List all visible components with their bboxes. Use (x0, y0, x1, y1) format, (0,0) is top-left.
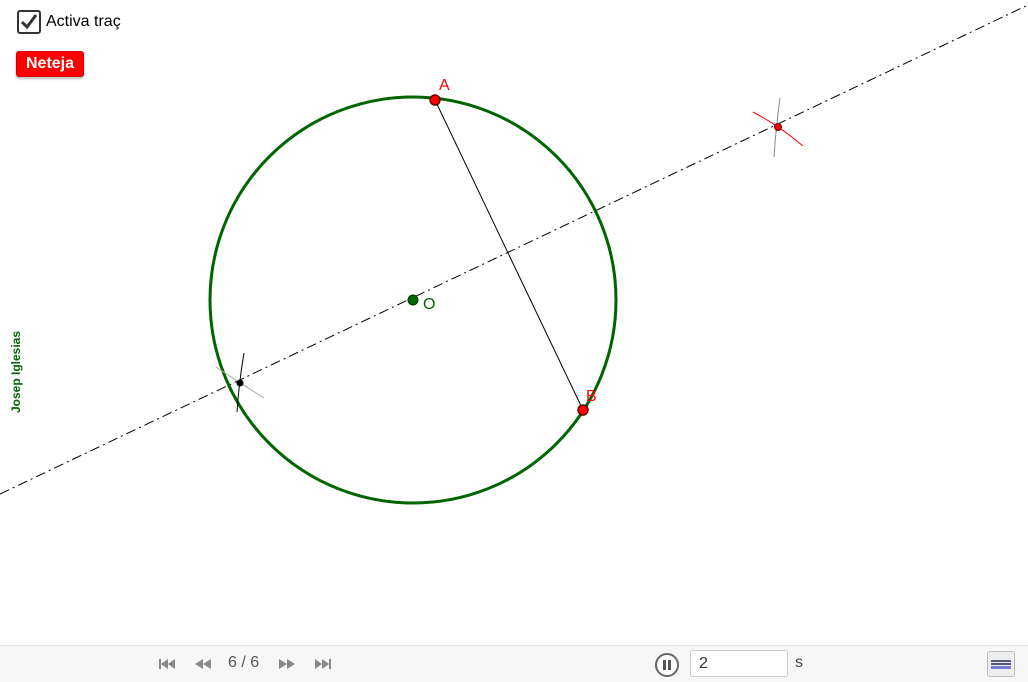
algebra-view-button[interactable] (987, 651, 1015, 677)
construction-arcs-right (752, 97, 804, 158)
construction-arcs-left (215, 352, 265, 413)
step-counter: 6 / 6 (228, 654, 260, 671)
pause-icon (663, 660, 671, 670)
last-step-button[interactable] (312, 656, 334, 672)
center-label: O (423, 296, 435, 313)
skip-to-end-icon (315, 659, 331, 669)
speed-unit: s (795, 654, 803, 671)
navigation-bar: 6 / 6 s (0, 645, 1028, 682)
point-b-label: B (586, 388, 597, 405)
checkmark-icon (20, 14, 38, 30)
center-point[interactable] (407, 294, 419, 306)
skip-to-start-icon (159, 659, 175, 669)
next-step-button[interactable] (276, 656, 298, 672)
point-a[interactable] (429, 94, 441, 106)
chord-ab[interactable] (434, 99, 584, 411)
pause-button[interactable] (655, 653, 679, 677)
clear-button[interactable]: Neteja (16, 51, 84, 77)
checkbox-box[interactable] (17, 10, 41, 34)
author-credit: Josep Iglesias (9, 330, 23, 414)
point-b[interactable] (577, 404, 589, 416)
algebra-view-icon (991, 659, 1011, 662)
first-step-button[interactable] (156, 656, 178, 672)
geogebra-applet: O A B Activa traç Neteja Josep Iglesias (0, 0, 1028, 682)
rewind-icon (195, 659, 211, 669)
perpendicular-bisector[interactable] (0, 4, 1028, 495)
graphics-view[interactable]: O A B (0, 0, 1028, 645)
fast-forward-icon (279, 659, 295, 669)
trace-checkbox[interactable]: Activa traç (17, 10, 121, 34)
point-a-label: A (439, 77, 450, 94)
trace-label: Activa traç (46, 13, 121, 30)
speed-input[interactable] (690, 650, 788, 677)
previous-step-button[interactable] (192, 656, 214, 672)
